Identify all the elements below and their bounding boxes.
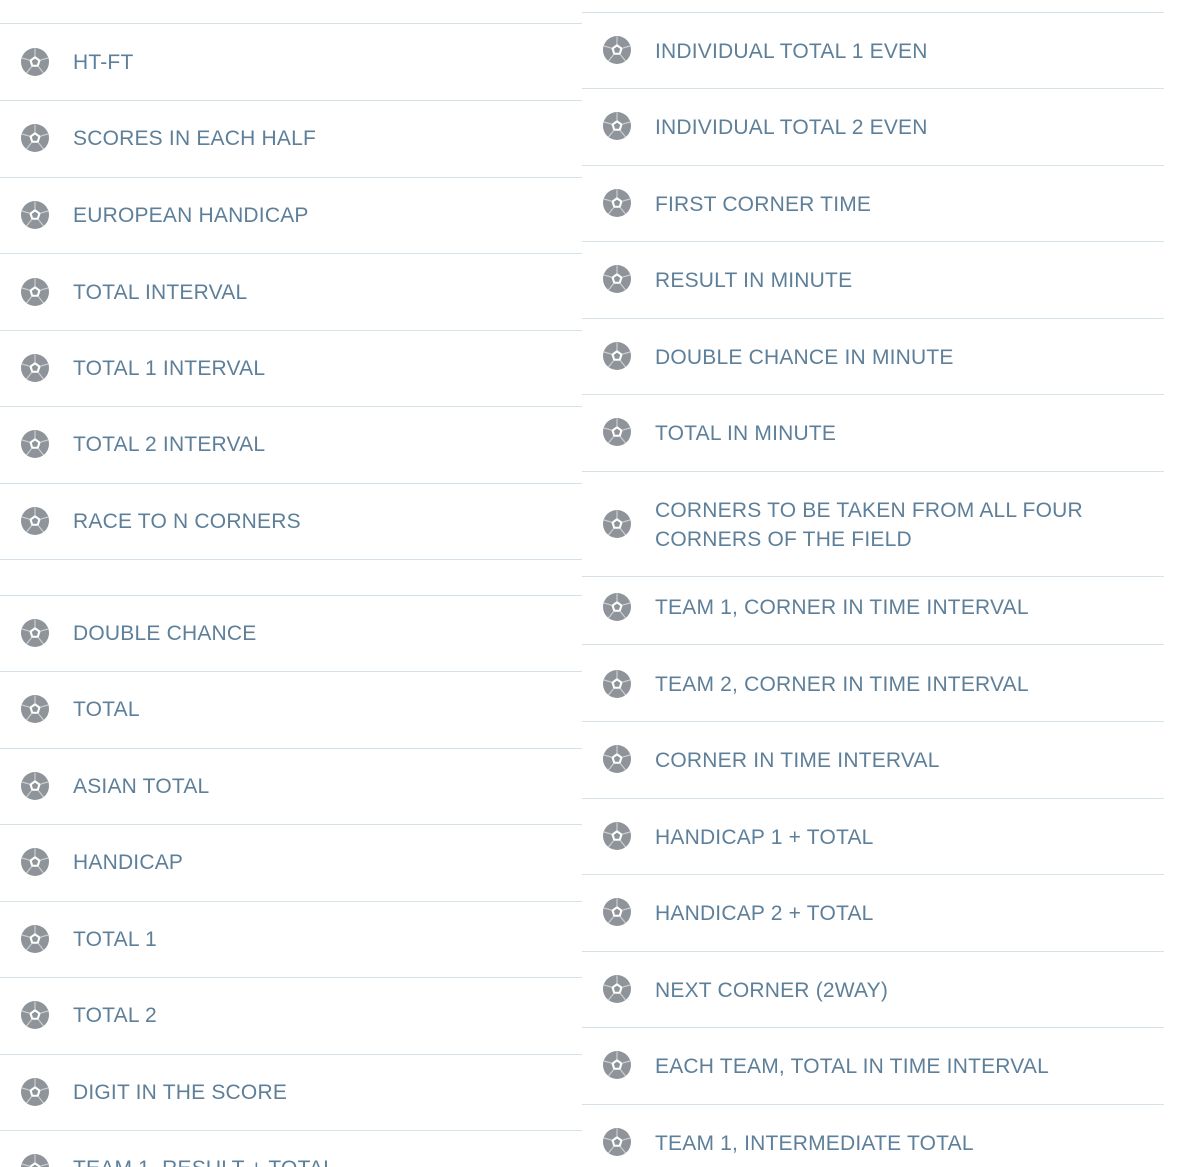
soccer-ball-icon	[602, 897, 632, 927]
soccer-ball-icon	[20, 429, 50, 459]
list-item[interactable]: TOTAL 2	[0, 978, 582, 1055]
list-item[interactable]: TEAM 1, CORNER IN TIME INTERVAL	[582, 577, 1164, 645]
list-item[interactable]: TEAM 1, INTERMEDIATE TOTAL	[582, 1105, 1164, 1167]
market-label: EUROPEAN HANDICAP	[73, 204, 309, 227]
soccer-ball-icon	[602, 821, 632, 851]
soccer-ball-icon	[20, 1000, 50, 1030]
list-item[interactable]: TOTAL INTERVAL	[0, 254, 582, 331]
market-label: SCORES IN EACH HALF	[73, 127, 317, 150]
right-market-list: INDIVIDUAL TOTAL 1 EVEN INDIVIDUAL TOTAL…	[582, 0, 1164, 1167]
market-label: HT-FT	[73, 51, 134, 74]
soccer-ball-icon	[20, 694, 50, 724]
list-item[interactable]: TEAM 2, CORNER IN TIME INTERVAL	[582, 645, 1164, 722]
soccer-ball-icon	[602, 264, 632, 294]
list-item[interactable]: HANDICAP 1 + TOTAL	[582, 799, 1164, 875]
list-item[interactable]: TOTAL	[0, 672, 582, 749]
soccer-ball-icon	[20, 47, 50, 77]
soccer-ball-icon	[602, 188, 632, 218]
soccer-ball-icon	[20, 353, 50, 383]
soccer-ball-icon	[20, 1077, 50, 1107]
market-label: ASIAN TOTAL	[73, 775, 210, 798]
list-item[interactable]: INDIVIDUAL TOTAL 2 EVEN	[582, 89, 1164, 166]
soccer-ball-icon	[20, 618, 50, 648]
list-item[interactable]: CORNERS TO BE TAKEN FROM ALL FOUR CORNER…	[582, 472, 1164, 577]
soccer-ball-icon	[20, 506, 50, 536]
market-label: RACE TO N CORNERS	[73, 510, 301, 533]
list-item[interactable]: DIGIT IN THE SCORE	[0, 1055, 582, 1131]
list-item[interactable]: FIRST CORNER TIME	[582, 166, 1164, 242]
list-item[interactable]: TOTAL 1 INTERVAL	[0, 331, 582, 407]
market-label: INDIVIDUAL TOTAL 2 EVEN	[655, 116, 928, 139]
list-item[interactable]: EACH TEAM, TOTAL IN TIME INTERVAL	[582, 1028, 1164, 1105]
soccer-ball-icon	[602, 1127, 632, 1157]
list-item[interactable]: ASIAN TOTAL	[0, 749, 582, 825]
list-item[interactable]: RESULT IN MINUTE	[582, 242, 1164, 319]
soccer-ball-icon	[602, 974, 632, 1004]
list-item[interactable]: SCORES IN EACH HALF	[0, 101, 582, 178]
market-label: INDIVIDUAL TOTAL 1 EVEN	[655, 40, 928, 63]
market-label: TOTAL 1 INTERVAL	[73, 357, 266, 380]
market-label: TOTAL 2 INTERVAL	[73, 433, 266, 456]
market-label: TOTAL INTERVAL	[73, 281, 248, 304]
list-item[interactable]: EUROPEAN HANDICAP	[0, 178, 582, 254]
market-label: DIGIT IN THE SCORE	[73, 1081, 288, 1104]
soccer-ball-icon	[602, 744, 632, 774]
soccer-ball-icon	[20, 1153, 50, 1167]
soccer-ball-icon	[20, 200, 50, 230]
list-item[interactable]: TOTAL 1	[0, 902, 582, 978]
soccer-ball-icon	[20, 771, 50, 801]
market-label: DOUBLE CHANCE	[73, 622, 257, 645]
list-item[interactable]: RACE TO N CORNERS	[0, 484, 582, 560]
soccer-ball-icon	[20, 847, 50, 877]
market-label: CORNERS TO BE TAKEN FROM ALL FOUR CORNER…	[655, 499, 1083, 551]
list-item[interactable]: HT-FT	[0, 23, 582, 101]
list-item[interactable]: CORNER IN TIME INTERVAL	[582, 722, 1164, 799]
soccer-ball-icon	[20, 123, 50, 153]
list-item[interactable]: DOUBLE CHANCE IN MINUTE	[582, 319, 1164, 395]
soccer-ball-icon	[602, 509, 632, 539]
soccer-ball-icon	[602, 417, 632, 447]
market-label: TOTAL IN MINUTE	[655, 422, 837, 445]
market-label: HANDICAP 2 + TOTAL	[655, 902, 874, 925]
soccer-ball-icon	[20, 277, 50, 307]
soccer-ball-icon	[602, 35, 632, 65]
soccer-ball-icon	[602, 1050, 632, 1080]
list-gap	[0, 560, 582, 596]
market-label: CORNER IN TIME INTERVAL	[655, 749, 940, 772]
market-label: TEAM 1, CORNER IN TIME INTERVAL	[655, 596, 1029, 619]
soccer-ball-icon	[602, 669, 632, 699]
market-label: HANDICAP 1 + TOTAL	[655, 826, 874, 849]
soccer-ball-icon	[20, 924, 50, 954]
left-market-list: HT-FT SCORES IN EACH HALF EUROPEAN HANDI…	[0, 0, 582, 1167]
list-item[interactable]: TOTAL 2 INTERVAL	[0, 407, 582, 484]
market-label: TOTAL	[73, 698, 140, 721]
list-item[interactable]: TEAM 1, RESULT + TOTAL	[0, 1131, 582, 1167]
market-label: RESULT IN MINUTE	[655, 269, 853, 292]
market-label: HANDICAP	[73, 851, 184, 874]
list-item[interactable]: HANDICAP 2 + TOTAL	[582, 875, 1164, 952]
market-label: DOUBLE CHANCE IN MINUTE	[655, 346, 954, 369]
soccer-ball-icon	[602, 111, 632, 141]
list-item[interactable]: TOTAL IN MINUTE	[582, 395, 1164, 472]
list-item[interactable]: INDIVIDUAL TOTAL 1 EVEN	[582, 12, 1164, 89]
market-label: TEAM 1, INTERMEDIATE TOTAL	[655, 1132, 974, 1155]
market-label: TEAM 1, RESULT + TOTAL	[73, 1154, 502, 1167]
list-item[interactable]: DOUBLE CHANCE	[0, 596, 582, 672]
market-label: FIRST CORNER TIME	[655, 193, 872, 216]
market-label: TEAM 2, CORNER IN TIME INTERVAL	[655, 673, 1029, 696]
market-label: TOTAL 1	[73, 928, 157, 951]
soccer-ball-icon	[602, 341, 632, 371]
list-item[interactable]: NEXT CORNER (2WAY)	[582, 952, 1164, 1028]
market-label: TOTAL 2	[73, 1004, 157, 1027]
soccer-ball-icon	[602, 592, 632, 622]
market-label: NEXT CORNER (2WAY)	[655, 979, 889, 1002]
list-item[interactable]: HANDICAP	[0, 825, 582, 902]
market-label: EACH TEAM, TOTAL IN TIME INTERVAL	[655, 1055, 1050, 1078]
